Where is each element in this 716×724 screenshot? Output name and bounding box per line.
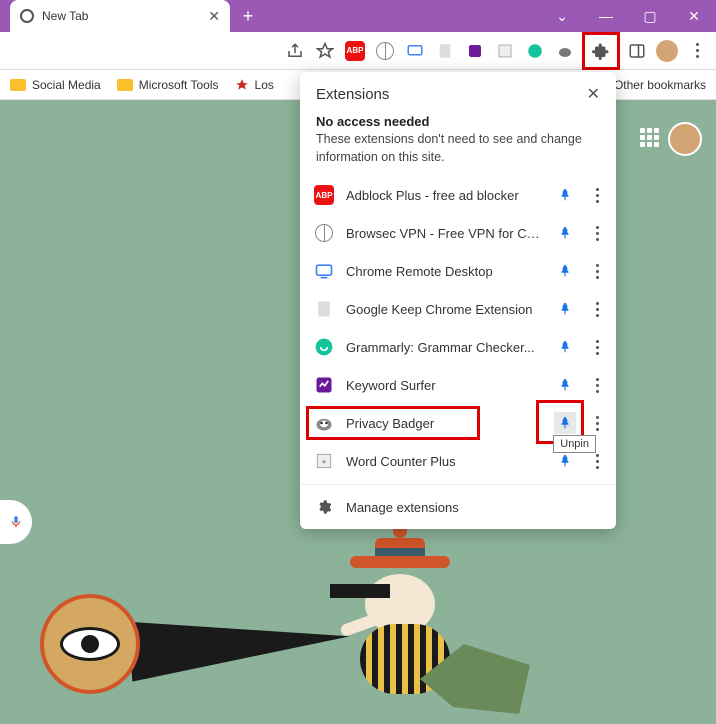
svg-text:+: + (322, 456, 327, 466)
other-bookmarks[interactable]: Other bookmarks (614, 78, 706, 92)
abp-icon: ABP (314, 185, 334, 205)
extensions-button[interactable] (587, 37, 615, 65)
share-icon[interactable] (282, 38, 308, 64)
chrome-icon (20, 9, 34, 23)
badger-icon (314, 413, 334, 433)
pin-button[interactable] (554, 336, 576, 358)
surfer-icon (314, 375, 334, 395)
globe-icon (314, 223, 334, 243)
folder-icon (10, 79, 26, 91)
extension-row[interactable]: Grammarly: Grammar Checker... (300, 328, 616, 366)
minimize-button[interactable]: — (584, 0, 628, 32)
bookmark-item[interactable]: Los (235, 78, 274, 92)
extension-row[interactable]: Chrome Remote Desktop (300, 252, 616, 290)
unpin-tooltip: Unpin (553, 435, 596, 453)
extension-row[interactable]: Keyword Surfer (300, 366, 616, 404)
toolbar: ABP (0, 32, 716, 70)
extension-row-privacy-badger[interactable]: Privacy Badger Unpin (300, 404, 616, 442)
manage-extensions-label: Manage extensions (346, 500, 459, 515)
ext-abp-icon[interactable]: ABP (342, 38, 368, 64)
browser-tab[interactable]: New Tab ✕ (10, 0, 230, 32)
extensions-button-highlight (582, 32, 620, 70)
side-panel-icon[interactable] (624, 38, 650, 64)
tab-title: New Tab (42, 9, 88, 23)
pin-button[interactable] (554, 222, 576, 244)
grammarly-icon (314, 337, 334, 357)
chrome-menu-icon[interactable] (684, 38, 710, 64)
gear-icon (316, 499, 332, 515)
section-description: These extensions don't need to see and c… (300, 129, 616, 176)
ext-badger-icon[interactable] (552, 38, 578, 64)
keep-icon (314, 299, 334, 319)
row-menu-icon[interactable] (588, 378, 606, 393)
ext-wcp-icon[interactable] (492, 38, 518, 64)
bookmark-star-icon[interactable] (312, 38, 338, 64)
pin-button[interactable] (554, 374, 576, 396)
popup-title: Extensions (316, 86, 389, 103)
extension-name: Chrome Remote Desktop (346, 264, 542, 279)
tab-search-button[interactable]: ⌄ (540, 0, 584, 32)
extension-name: Privacy Badger (346, 416, 542, 431)
extension-row[interactable]: Browsec VPN - Free VPN for Ch... (300, 214, 616, 252)
bookmark-label: Los (255, 78, 274, 92)
divider (300, 484, 616, 485)
extension-row[interactable]: ABP Adblock Plus - free ad blocker (300, 176, 616, 214)
folder-icon (117, 79, 133, 91)
profile-avatar-icon[interactable] (654, 38, 680, 64)
pin-button[interactable] (554, 298, 576, 320)
mic-icon (9, 513, 23, 531)
row-menu-icon[interactable] (588, 226, 606, 241)
popup-close-icon[interactable]: ✕ (587, 84, 600, 104)
manage-extensions[interactable]: Manage extensions (300, 489, 616, 525)
ext-keep-icon[interactable] (432, 38, 458, 64)
ext-browsec-icon[interactable] (372, 38, 398, 64)
extension-name: Grammarly: Grammar Checker... (346, 340, 542, 355)
ext-grammarly-icon[interactable] (522, 38, 548, 64)
google-apps-icon[interactable] (640, 128, 660, 148)
ext-surfer-icon[interactable] (462, 38, 488, 64)
bookmark-label: Social Media (32, 78, 101, 92)
row-menu-icon[interactable] (588, 188, 606, 203)
account-avatar[interactable] (668, 122, 702, 156)
bookmark-label: Microsoft Tools (139, 78, 219, 92)
bookmark-folder[interactable]: Social Media (10, 78, 101, 92)
star-icon (235, 78, 249, 92)
tab-close-icon[interactable]: ✕ (208, 8, 220, 25)
pin-button[interactable] (554, 184, 576, 206)
ext-crd-icon[interactable] (402, 38, 428, 64)
wcp-icon: + (314, 451, 334, 471)
extension-name: Adblock Plus - free ad blocker (346, 188, 542, 203)
extension-name: Word Counter Plus (346, 454, 542, 469)
doodle-illustration (30, 524, 530, 724)
maximize-button[interactable]: ▢ (628, 0, 672, 32)
extensions-popup: Extensions ✕ No access needed These exte… (300, 72, 616, 529)
titlebar: New Tab ✕ + ⌄ — ▢ ✕ (0, 0, 716, 32)
bookmark-folder[interactable]: Microsoft Tools (117, 78, 219, 92)
pin-button[interactable] (554, 412, 576, 434)
pin-button[interactable] (554, 260, 576, 282)
voice-search-button[interactable] (0, 500, 32, 544)
section-heading: No access needed (300, 110, 616, 129)
extension-name: Keyword Surfer (346, 378, 542, 393)
row-menu-icon[interactable] (588, 340, 606, 355)
extension-name: Google Keep Chrome Extension (346, 302, 542, 317)
window-controls: ⌄ — ▢ ✕ (540, 0, 716, 32)
extension-name: Browsec VPN - Free VPN for Ch... (346, 226, 542, 241)
row-menu-icon[interactable] (588, 264, 606, 279)
pin-button[interactable] (554, 450, 576, 472)
extension-row[interactable]: Google Keep Chrome Extension (300, 290, 616, 328)
row-menu-icon[interactable] (588, 454, 606, 469)
crd-icon (314, 261, 334, 281)
new-tab-button[interactable]: + (236, 4, 260, 28)
row-menu-icon[interactable] (588, 416, 606, 431)
other-bookmarks-label: Other bookmarks (614, 78, 706, 92)
row-menu-icon[interactable] (588, 302, 606, 317)
eye-icon (40, 594, 140, 694)
close-window-button[interactable]: ✕ (672, 0, 716, 32)
